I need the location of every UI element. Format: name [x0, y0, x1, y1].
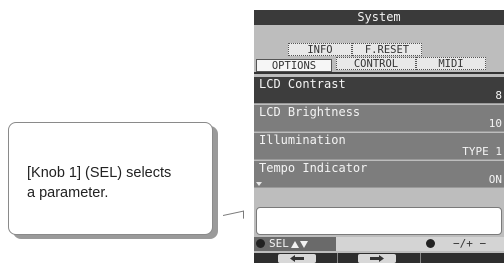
scroll-down-icon[interactable] — [256, 182, 262, 186]
param-label: LCD Brightness — [259, 105, 361, 119]
knob1-icon — [256, 239, 265, 248]
lcd-screen: System INFO F.RESET OPTIONS CONTROL MIDI… — [254, 10, 504, 263]
param-row-lcd-brightness[interactable]: LCD Brightness 10 — [254, 105, 504, 132]
param-value: ON — [488, 173, 502, 186]
up-arrow-icon — [290, 240, 299, 248]
param-row-lcd-contrast[interactable]: LCD Contrast 8 — [254, 77, 504, 104]
tab-options[interactable]: OPTIONS — [256, 59, 332, 72]
callout-box: [Knob 1] (SEL) selects a parameter. — [8, 122, 213, 235]
param-label: LCD Contrast — [259, 77, 346, 91]
param-value: 10 — [488, 117, 502, 130]
previous-key[interactable] — [278, 254, 316, 263]
screen-title: System — [254, 10, 504, 25]
value-entry-field — [256, 207, 502, 235]
param-label: Tempo Indicator — [259, 161, 368, 175]
tab-info[interactable]: INFO — [288, 43, 352, 56]
tab-control[interactable]: CONTROL — [336, 57, 416, 70]
callout-pointer — [223, 210, 244, 223]
tab-midi[interactable]: MIDI — [416, 57, 486, 70]
param-row-tempo-indicator[interactable]: Tempo Indicator ON — [254, 161, 504, 188]
previous-icon — [290, 255, 304, 262]
down-arrow-icon — [299, 240, 308, 248]
divider — [337, 253, 338, 263]
divider — [420, 253, 421, 263]
knob2-label: −/+ − — [453, 237, 487, 250]
param-value: TYPE 1 — [462, 145, 502, 158]
callout-text: [Knob 1] (SEL) selects a parameter. — [27, 165, 172, 201]
tab-factory-reset[interactable]: F.RESET — [352, 43, 422, 56]
param-label: Illumination — [259, 133, 346, 147]
knob1-label: SEL — [269, 237, 308, 251]
param-row-illumination[interactable]: Illumination TYPE 1 — [254, 133, 504, 160]
knob-bar: SEL −/+ − — [254, 237, 504, 251]
function-key-bar — [254, 253, 504, 263]
next-icon — [370, 255, 384, 262]
next-key[interactable] — [358, 254, 396, 263]
tab-underline — [254, 72, 504, 74]
knob1-area[interactable]: SEL — [254, 237, 336, 251]
param-value: 8 — [495, 89, 502, 102]
knob2-icon — [426, 239, 435, 248]
